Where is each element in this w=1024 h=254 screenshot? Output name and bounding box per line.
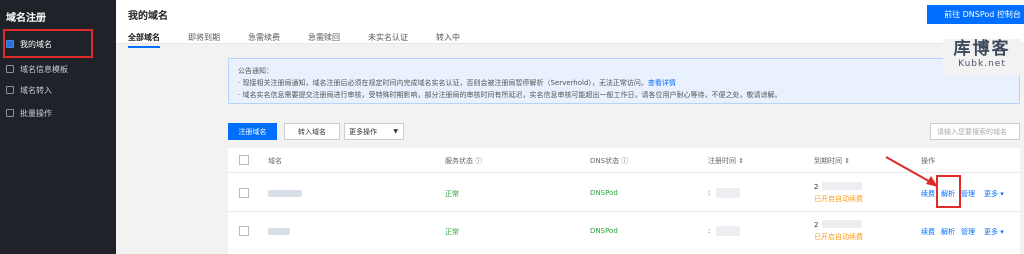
red-arrow-icon	[885, 156, 938, 187]
